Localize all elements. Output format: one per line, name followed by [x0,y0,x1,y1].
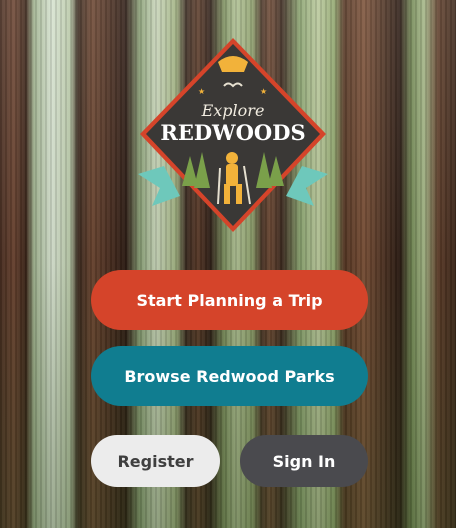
sign-in-button[interactable]: Sign In [240,435,368,487]
register-button[interactable]: Register [91,435,220,487]
start-planning-button[interactable]: Start Planning a Trip [91,270,368,330]
svg-text:★: ★ [198,87,205,96]
logo-line1: Explore [201,101,265,120]
hiker-badge-icon: ★ ★ Explore REDWOODS [138,38,328,232]
browse-parks-button[interactable]: Browse Redwood Parks [91,346,368,406]
logo-line2: REDWOODS [160,120,305,145]
explore-redwoods-logo: ★ ★ Explore REDWOODS [138,36,328,236]
svg-text:★: ★ [260,87,267,96]
